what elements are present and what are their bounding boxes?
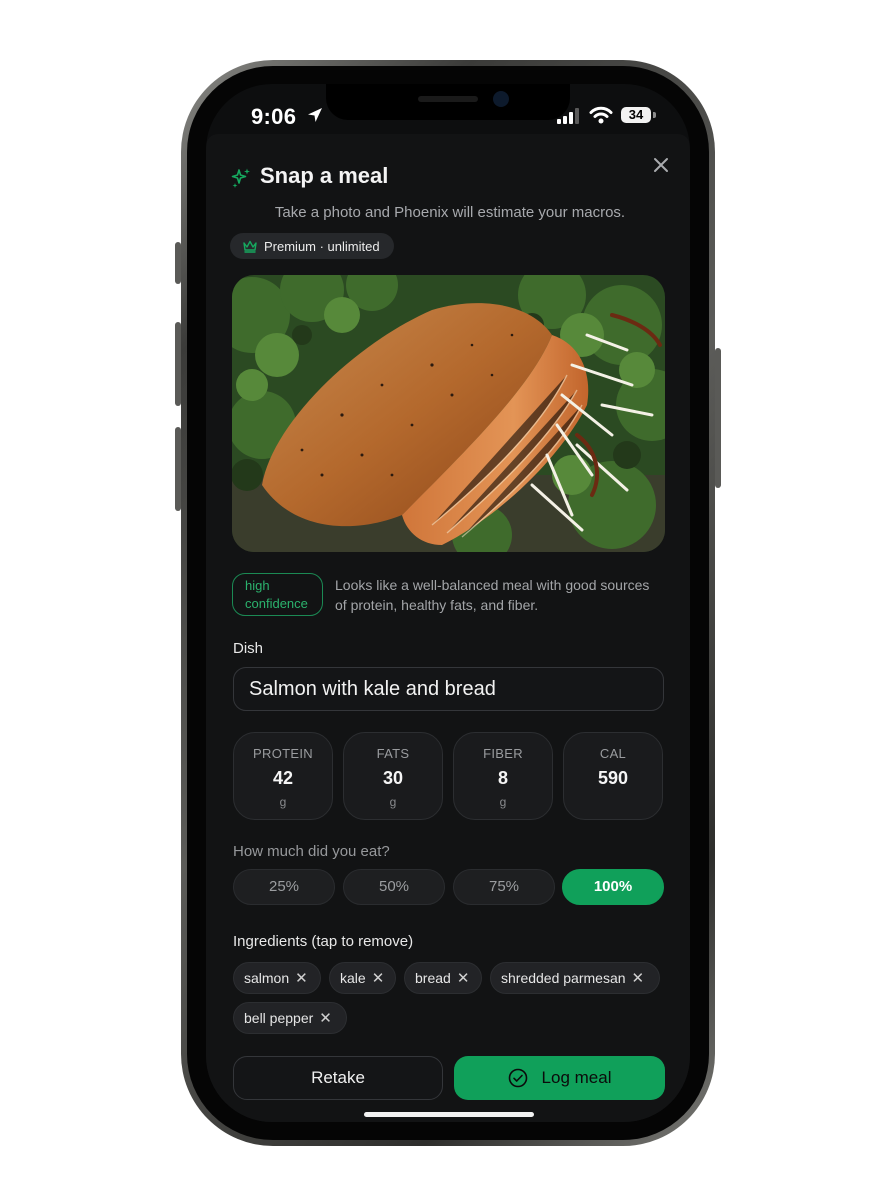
ingredient-chip-salmon[interactable]: salmon ✕	[233, 962, 321, 994]
macro-value: 8	[497, 768, 508, 788]
close-icon[interactable]	[652, 156, 670, 174]
ingredient-chip-label: bread	[415, 970, 451, 986]
dish-name-input[interactable]	[233, 667, 664, 711]
macro-card-calories: CAL 590	[563, 732, 663, 820]
snap-meal-sheet: Snap a meal Take a photo and Phoenix wil…	[206, 134, 690, 1122]
battery-tip	[653, 112, 656, 118]
ingredient-chip-label: kale	[340, 970, 366, 986]
analysis-note: Looks like a well-balanced meal with goo…	[335, 575, 671, 615]
remove-icon[interactable]: ✕	[372, 970, 385, 987]
ingredient-chip-bell-pepper[interactable]: bell pepper ✕	[233, 1002, 347, 1034]
check-circle-icon	[508, 1068, 527, 1088]
confidence-badge-line1: high	[245, 578, 270, 593]
power-button	[715, 348, 721, 488]
home-indicator[interactable]	[364, 1112, 534, 1117]
front-camera	[493, 91, 509, 107]
log-meal-button[interactable]: Log meal	[454, 1056, 665, 1100]
portion-option-50[interactable]: 50%	[343, 869, 445, 905]
macro-value: 30	[382, 768, 404, 788]
macro-value: 42	[272, 768, 294, 788]
portion-option-100[interactable]: 100%	[562, 869, 664, 905]
macro-label: FIBER	[483, 746, 523, 761]
macro-unit: g	[279, 795, 287, 809]
retake-button[interactable]: Retake	[233, 1056, 443, 1100]
volume-up-button	[175, 322, 181, 406]
portion-option-75[interactable]: 75%	[453, 869, 555, 905]
status-bar: 9:06 34	[206, 84, 690, 134]
meal-photo-image	[232, 275, 665, 552]
sparkle-icon	[231, 168, 250, 188]
premium-badge: Premium · unlimited	[230, 233, 394, 259]
meal-photo	[232, 275, 665, 552]
analysis-note-line2: of protein, healthy fats, and fiber.	[335, 597, 539, 613]
dish-label: Dish	[233, 640, 264, 657]
status-time: 9:06	[251, 104, 297, 129]
macro-label: CAL	[599, 746, 627, 761]
ingredients-label: Ingredients (tap to remove)	[233, 933, 414, 950]
macro-value: 590	[597, 768, 629, 788]
macro-unit: g	[499, 795, 507, 809]
ingredient-chip-bread[interactable]: bread ✕	[404, 962, 482, 994]
macro-card-protein: PROTEIN 42 g	[233, 732, 333, 820]
page-title: Snap a meal	[260, 163, 389, 188]
notch	[326, 84, 570, 120]
ingredient-chip-label: salmon	[244, 970, 290, 986]
ingredient-chip-label: shredded parmesan	[501, 970, 626, 986]
log-meal-label: Log meal	[541, 1068, 612, 1087]
ingredient-chip-kale[interactable]: kale ✕	[329, 962, 396, 994]
mute-switch	[175, 242, 181, 284]
macro-card-fiber: FIBER 8 g	[453, 732, 553, 820]
ingredient-chip-label: bell pepper	[244, 1010, 314, 1026]
premium-badge-label: Premium · unlimited	[264, 238, 380, 254]
remove-icon[interactable]: ✕	[632, 970, 645, 987]
phone-screen: 9:06 34 Snap a meal Take a photo and Pho…	[206, 84, 690, 1122]
portion-option-25[interactable]: 25%	[233, 869, 335, 905]
page-subtitle: Take a photo and Phoenix will estimate y…	[274, 204, 626, 221]
remove-icon[interactable]: ✕	[319, 1010, 332, 1027]
macro-card-fats: FATS 30 g	[343, 732, 443, 820]
macro-unit: g	[389, 795, 397, 809]
signal-icon	[557, 108, 579, 124]
confidence-badge-line2: confidence	[245, 596, 308, 611]
crown-icon	[243, 240, 257, 253]
wifi-icon	[589, 106, 613, 124]
remove-icon[interactable]: ✕	[295, 970, 308, 987]
earpiece-speaker	[418, 96, 478, 102]
portion-label: How much did you eat?	[233, 843, 390, 860]
volume-down-button	[175, 427, 181, 511]
battery-icon: 34	[621, 107, 651, 123]
macro-label: FATS	[376, 746, 410, 761]
analysis-note-line1: Looks like a well-balanced meal with goo…	[335, 577, 650, 593]
location-arrow-icon	[308, 108, 322, 122]
remove-icon[interactable]: ✕	[457, 970, 470, 987]
macro-label: PROTEIN	[253, 746, 313, 761]
ingredient-chip-shredded-parmesan[interactable]: shredded parmesan ✕	[490, 962, 660, 994]
confidence-badge: high confidence	[232, 573, 323, 616]
